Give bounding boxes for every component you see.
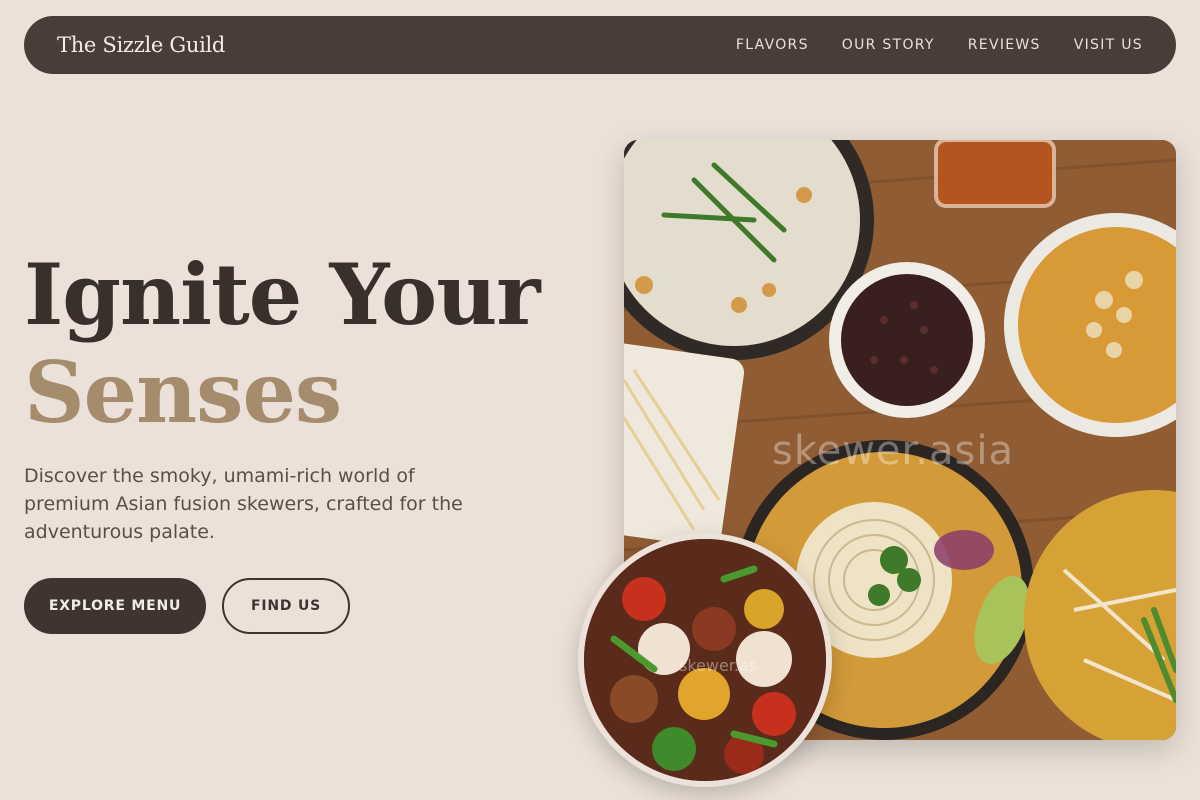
hero-title-line-1: Ignite Your [24, 245, 541, 344]
stirfry-thumbnail-photo: skewer.as [578, 533, 832, 787]
nav-links: FLAVORS OUR STORY REVIEWS VISIT US [736, 37, 1143, 53]
photo-watermark: skewer.asia [772, 428, 1014, 474]
hero-title-line-2: Senses [24, 343, 342, 442]
nav-link-our-story[interactable]: OUR STORY [842, 37, 935, 53]
brand-logo[interactable]: The Sizzle Guild [57, 33, 225, 57]
nav-link-visit-us[interactable]: VISIT US [1074, 37, 1143, 53]
nav-link-reviews[interactable]: REVIEWS [968, 37, 1041, 53]
hero-title: Ignite Your Senses [24, 245, 541, 442]
top-navbar: The Sizzle Guild FLAVORS OUR STORY REVIE… [24, 16, 1176, 74]
thumb-watermark: skewer.as [679, 656, 757, 675]
find-us-button[interactable]: FIND US [222, 578, 350, 634]
explore-menu-button[interactable]: EXPLORE MENU [24, 578, 206, 634]
stirfry-illustration: skewer.as [584, 539, 826, 781]
hero-description: Discover the smoky, umami-rich world of … [24, 465, 463, 543]
nav-link-flavors[interactable]: FLAVORS [736, 37, 809, 53]
